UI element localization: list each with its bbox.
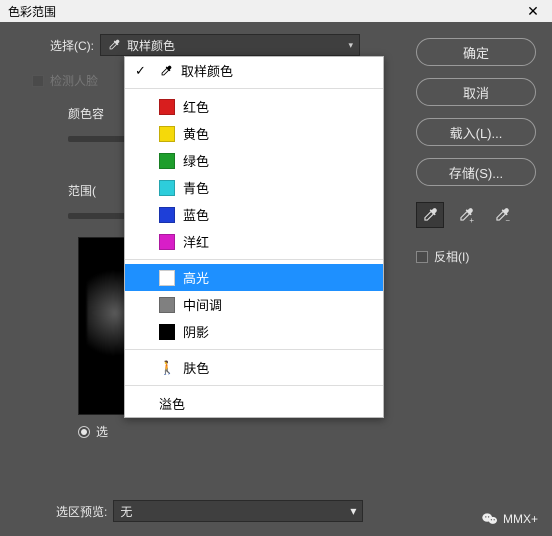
cancel-button[interactable]: 取消 xyxy=(416,78,536,106)
selection-radio-label: 选 xyxy=(96,423,108,440)
title-bar: 色彩范围 ✕ xyxy=(0,0,552,22)
dropdown-item-outofgamut[interactable]: 溢色 xyxy=(125,390,383,417)
dropdown-separator xyxy=(125,385,383,386)
color-swatch-magenta xyxy=(159,234,175,250)
ok-button[interactable]: 确定 xyxy=(416,38,536,66)
dropdown-item-label: 红色 xyxy=(183,97,209,116)
selection-preview-dropdown[interactable]: 无 ▾ xyxy=(113,500,363,522)
eyedropper-plus-tool[interactable]: + xyxy=(452,202,480,228)
eyedropper-plus-icon: + xyxy=(457,206,475,224)
invert-checkbox[interactable] xyxy=(416,251,428,263)
check-icon: ✓ xyxy=(135,63,146,79)
selection-radio-row: 选 xyxy=(78,423,403,440)
dropdown-item-yellow[interactable]: 黄色 xyxy=(125,120,383,147)
dropdown-separator xyxy=(125,88,383,89)
select-label: 选择(C): xyxy=(50,37,94,54)
dialog-content: 选择(C): 取样颜色 ▾ 检测人脸 颜色容 范围( xyxy=(0,22,552,536)
svg-text:−: − xyxy=(505,216,510,224)
load-button[interactable]: 载入(L)... xyxy=(416,118,536,146)
invert-row: 反相(I) xyxy=(416,248,536,265)
selection-preview-row: 选区预览: 无 ▾ xyxy=(56,500,363,522)
dropdown-item-blue[interactable]: 蓝色 xyxy=(125,201,383,228)
dropdown-separator xyxy=(125,349,383,350)
fuzziness-label: 颜色容 xyxy=(68,107,104,121)
select-dropdown-list: ✓ 取样颜色 红色 黄色 绿色 青色 蓝色 洋红 xyxy=(124,56,384,418)
range-label: 范围( xyxy=(68,184,96,198)
eyedropper-icon xyxy=(107,38,121,52)
tone-swatch-midtones xyxy=(159,297,175,313)
dropdown-item-label: 洋红 xyxy=(183,232,209,251)
detect-faces-label: 检测人脸 xyxy=(50,72,98,89)
watermark-text: MMX+ xyxy=(503,512,538,526)
dropdown-item-label: 绿色 xyxy=(183,151,209,170)
selection-preview-value: 无 xyxy=(120,503,132,520)
dropdown-item-label: 高光 xyxy=(183,268,209,287)
select-row: 选择(C): 取样颜色 ▾ xyxy=(50,34,403,56)
color-swatch-cyan xyxy=(159,180,175,196)
save-button-label: 存储(S)... xyxy=(449,163,503,182)
dropdown-item-skin[interactable]: 🚶 肤色 xyxy=(125,354,383,381)
eyedropper-tools: + − xyxy=(416,202,536,228)
dropdown-item-label: 阴影 xyxy=(183,322,209,341)
selection-preview-label: 选区预览: xyxy=(56,503,107,520)
eyedropper-icon xyxy=(421,206,439,224)
dropdown-item-red[interactable]: 红色 xyxy=(125,93,383,120)
dropdown-item-midtones[interactable]: 中间调 xyxy=(125,291,383,318)
tone-swatch-highlights xyxy=(159,270,175,286)
person-icon: 🚶 xyxy=(159,360,175,376)
dropdown-separator xyxy=(125,259,383,260)
eyedropper-tool[interactable] xyxy=(416,202,444,228)
dropdown-item-sampled[interactable]: ✓ 取样颜色 xyxy=(125,57,383,84)
selection-radio[interactable] xyxy=(78,426,90,438)
color-swatch-yellow xyxy=(159,126,175,142)
color-swatch-green xyxy=(159,153,175,169)
dropdown-item-label: 黄色 xyxy=(183,124,209,143)
eyedropper-minus-icon: − xyxy=(493,206,511,224)
close-icon: ✕ xyxy=(527,3,539,20)
chevron-down-icon: ▾ xyxy=(350,504,356,518)
dropdown-item-magenta[interactable]: 洋红 xyxy=(125,228,383,255)
load-button-label: 载入(L)... xyxy=(450,123,503,142)
wechat-icon xyxy=(481,512,499,526)
ok-button-label: 确定 xyxy=(463,43,489,62)
tone-swatch-shadows xyxy=(159,324,175,340)
svg-text:+: + xyxy=(469,216,474,224)
dropdown-item-shadows[interactable]: 阴影 xyxy=(125,318,383,345)
dropdown-item-label: 中间调 xyxy=(183,295,222,314)
cancel-button-label: 取消 xyxy=(463,83,489,102)
save-button[interactable]: 存储(S)... xyxy=(416,158,536,186)
dropdown-item-label: 青色 xyxy=(183,178,209,197)
select-current-value: 取样颜色 xyxy=(127,37,175,54)
dropdown-item-label: 肤色 xyxy=(183,358,209,377)
window-title: 色彩范围 xyxy=(8,3,56,20)
color-swatch-blue xyxy=(159,207,175,223)
eyedropper-minus-tool[interactable]: − xyxy=(488,202,516,228)
color-swatch-red xyxy=(159,99,175,115)
detect-faces-checkbox xyxy=(32,75,44,87)
dropdown-item-label: 取样颜色 xyxy=(181,61,233,80)
chevron-down-icon: ▾ xyxy=(348,40,353,51)
invert-label: 反相(I) xyxy=(434,248,469,265)
eyedropper-icon xyxy=(159,64,173,78)
dropdown-item-highlights[interactable]: 高光 xyxy=(125,264,383,291)
dropdown-item-label: 溢色 xyxy=(159,394,185,413)
right-column: 确定 取消 载入(L)... 存储(S)... + − 反相(I) xyxy=(416,38,536,265)
dropdown-item-cyan[interactable]: 青色 xyxy=(125,174,383,201)
dropdown-item-green[interactable]: 绿色 xyxy=(125,147,383,174)
window-close-button[interactable]: ✕ xyxy=(514,0,552,22)
select-dropdown[interactable]: 取样颜色 ▾ xyxy=(100,34,360,56)
watermark: MMX+ xyxy=(481,512,538,526)
dropdown-item-label: 蓝色 xyxy=(183,205,209,224)
